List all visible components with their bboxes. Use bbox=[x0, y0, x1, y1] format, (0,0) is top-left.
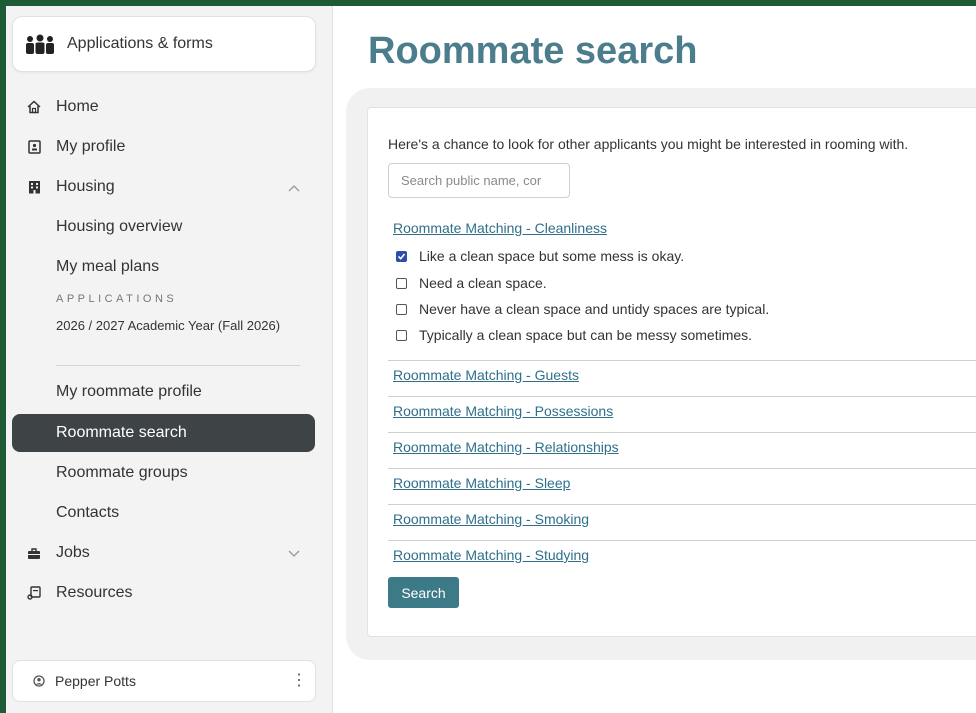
option-label: Typically a clean space but can be messy… bbox=[419, 327, 753, 343]
row-divider bbox=[388, 504, 976, 505]
option-label: Never have a clean space and untidy spac… bbox=[419, 301, 770, 317]
nav-my-roommate-profile[interactable]: My roommate profile bbox=[56, 383, 202, 401]
id-card-icon bbox=[26, 139, 42, 155]
filter-relationships-link[interactable]: Roommate Matching - Relationships bbox=[393, 439, 619, 455]
applications-forms-card[interactable]: Applications & forms bbox=[12, 16, 316, 72]
kebab-menu-icon[interactable]: ⋮ bbox=[291, 670, 307, 690]
building-icon bbox=[26, 179, 42, 195]
nav-roommate-search[interactable]: Roommate search bbox=[12, 414, 315, 452]
filter-studying-link[interactable]: Roommate Matching - Studying bbox=[393, 547, 589, 563]
nav-jobs[interactable]: Jobs bbox=[26, 541, 90, 565]
applications-section-label: APPLICATIONS bbox=[56, 293, 178, 305]
row-divider bbox=[388, 468, 976, 469]
home-icon bbox=[26, 99, 42, 115]
nav-my-profile[interactable]: My profile bbox=[26, 135, 125, 159]
page-title: Roommate search bbox=[368, 30, 698, 72]
user-card[interactable]: Pepper Potts ⋮ bbox=[12, 660, 316, 702]
row-divider bbox=[388, 432, 976, 433]
search-input[interactable] bbox=[388, 163, 570, 198]
user-name: Pepper Potts bbox=[55, 673, 136, 689]
nav-housing[interactable]: Housing bbox=[26, 175, 115, 199]
option-never-clean-space[interactable]: Never have a clean space and untidy spac… bbox=[396, 300, 769, 318]
filter-smoking-link[interactable]: Roommate Matching - Smoking bbox=[393, 511, 589, 527]
nav-housing-label: Housing bbox=[56, 178, 115, 195]
nav-roommate-search-label: Roommate search bbox=[56, 424, 187, 441]
checkbox[interactable] bbox=[396, 303, 407, 315]
nav-divider bbox=[56, 365, 300, 366]
applications-forms-label: Applications & forms bbox=[67, 35, 213, 52]
option-label: Like a clean space but some mess is okay… bbox=[419, 248, 685, 264]
briefcase-icon bbox=[26, 545, 42, 561]
nav-my-meal-plans[interactable]: My meal plans bbox=[56, 258, 159, 276]
filter-possessions-link[interactable]: Roommate Matching - Possessions bbox=[393, 403, 613, 419]
filter-cleanliness-link[interactable]: Roommate Matching - Cleanliness bbox=[393, 220, 607, 236]
checkbox[interactable] bbox=[396, 329, 407, 341]
nav-my-profile-label: My profile bbox=[56, 138, 126, 155]
nav-home-label: Home bbox=[56, 98, 99, 115]
nav-academic-year-application[interactable]: 2026 / 2027 Academic Year (Fall 2026) bbox=[56, 319, 296, 333]
chevron-down-icon[interactable] bbox=[288, 546, 300, 561]
nav-resources-label: Resources bbox=[56, 584, 133, 601]
nav-roommate-groups[interactable]: Roommate groups bbox=[56, 464, 188, 482]
option-label: Need a clean space. bbox=[419, 275, 547, 291]
checkbox-checked[interactable] bbox=[396, 250, 407, 262]
row-divider bbox=[388, 360, 976, 361]
intro-text: Here's a chance to look for other applic… bbox=[388, 136, 909, 152]
option-like-clean-some-mess[interactable]: Like a clean space but some mess is okay… bbox=[396, 247, 684, 265]
nav-contacts[interactable]: Contacts bbox=[56, 504, 119, 522]
option-need-clean-space[interactable]: Need a clean space. bbox=[396, 274, 547, 292]
resources-icon bbox=[26, 585, 42, 601]
search-button[interactable]: Search bbox=[388, 577, 459, 608]
user-icon bbox=[33, 674, 45, 692]
sidebar: Applications & forms Home My profile Hou… bbox=[6, 6, 333, 713]
chevron-up-icon[interactable] bbox=[288, 180, 300, 195]
filter-guests-link[interactable]: Roommate Matching - Guests bbox=[393, 367, 579, 383]
nav-jobs-label: Jobs bbox=[56, 544, 90, 561]
filter-sleep-link[interactable]: Roommate Matching - Sleep bbox=[393, 475, 570, 491]
row-divider bbox=[388, 540, 976, 541]
option-typically-clean-space[interactable]: Typically a clean space but can be messy… bbox=[396, 326, 752, 344]
row-divider bbox=[388, 396, 976, 397]
nav-home[interactable]: Home bbox=[26, 95, 99, 119]
people-group-icon bbox=[25, 33, 55, 55]
nav-resources[interactable]: Resources bbox=[26, 581, 132, 605]
app-frame: Applications & forms Home My profile Hou… bbox=[6, 6, 976, 713]
nav-housing-overview[interactable]: Housing overview bbox=[56, 218, 182, 236]
checkbox[interactable] bbox=[396, 277, 407, 289]
